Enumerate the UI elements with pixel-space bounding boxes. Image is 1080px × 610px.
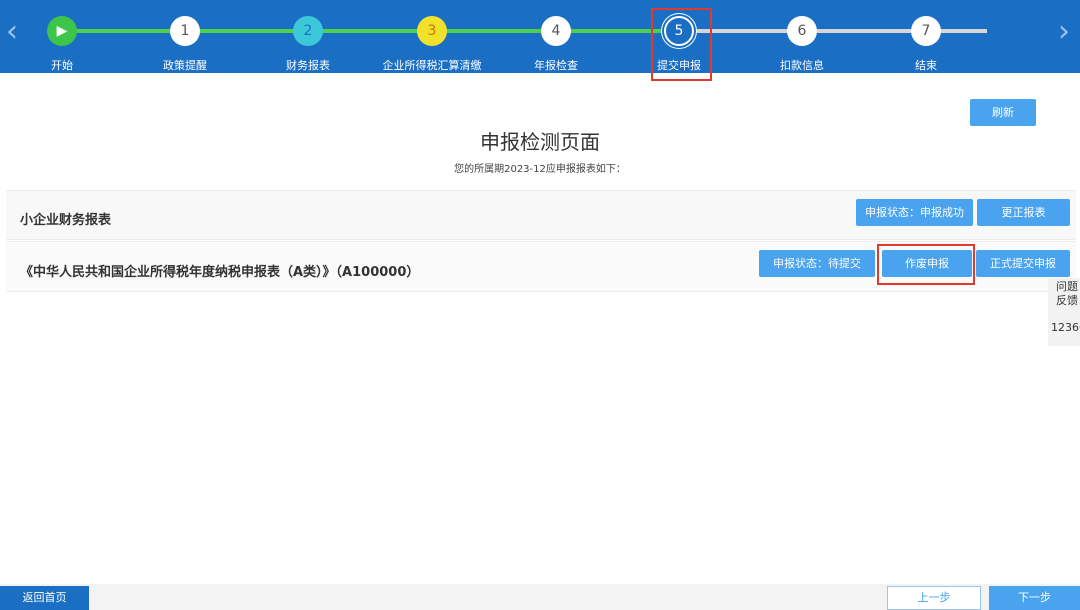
step-label-annual-check: 年报检查	[534, 59, 578, 72]
feedback-label: 问题反馈	[1056, 280, 1078, 307]
step-7-circle[interactable]: 7	[911, 16, 941, 46]
prev-arrow-icon[interactable]: ‹	[2, 14, 22, 50]
report-name: 《中华人民共和国企业所得税年度纳税申报表（A类）》（A100000）	[20, 265, 420, 280]
step-1-circle[interactable]: 1	[170, 16, 200, 46]
highlight-box-void-button	[877, 244, 975, 285]
step-label-policy: 政策提醒	[163, 59, 207, 72]
formal-submit-button[interactable]: 正式提交申报	[976, 250, 1070, 277]
step-3-circle[interactable]: 3	[417, 16, 447, 46]
next-arrow-icon[interactable]: ›	[1054, 14, 1074, 50]
highlight-box-current-step	[651, 8, 712, 81]
step-6-circle[interactable]: 6	[787, 16, 817, 46]
step-start-icon[interactable]: ▶	[47, 16, 77, 46]
report-row-small-enterprise: 小企业财务报表 申报状态：申报成功 更正报表	[6, 190, 1076, 240]
page-title: 申报检测页面	[480, 130, 600, 154]
correct-report-button[interactable]: 更正报表	[977, 199, 1070, 226]
return-home-button[interactable]: 返回首页	[0, 586, 89, 610]
status-badge-success[interactable]: 申报状态：申报成功	[856, 199, 973, 226]
report-name: 小企业财务报表	[20, 213, 112, 228]
refresh-button[interactable]: 刷新	[970, 99, 1036, 126]
step-progress-bar: ‹ › ▶ 开始 1 政策提醒 2 财务报表 3 企业所得税汇算清缴 4 年报检…	[0, 0, 1080, 73]
step-label-financial: 财务报表	[286, 59, 330, 72]
step-label-settlement: 企业所得税汇算清缴	[382, 59, 482, 72]
step-label-start: 开始	[51, 59, 73, 72]
previous-step-button[interactable]: 上一步	[887, 586, 981, 610]
page-subtitle: 您的所属期2023-12应申报报表如下：	[454, 164, 626, 175]
progress-track-done	[62, 29, 679, 33]
step-label-deduction: 扣款信息	[780, 59, 824, 72]
hotline-number: 12366	[1051, 321, 1080, 334]
status-badge-pending[interactable]: 申报状态：待提交	[759, 250, 875, 277]
feedback-side-widget[interactable]: 问题反馈 12366	[1048, 278, 1080, 346]
step-4-circle[interactable]: 4	[541, 16, 571, 46]
step-2-circle[interactable]: 2	[293, 16, 323, 46]
next-step-button[interactable]: 下一步	[989, 586, 1080, 610]
step-label-end: 结束	[915, 59, 937, 72]
